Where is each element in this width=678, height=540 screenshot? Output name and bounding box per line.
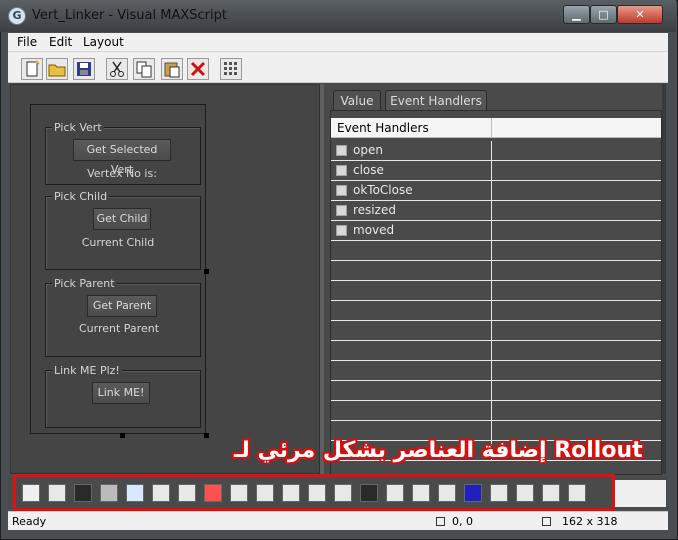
delete-icon[interactable] [187, 58, 209, 80]
checkbox[interactable] [336, 165, 347, 176]
window-title: Vert_Linker - Visual MAXScript [32, 8, 227, 23]
position-icon [436, 517, 445, 526]
column-divider [491, 281, 492, 301]
group-title: Link ME Plz! [52, 364, 122, 377]
get-child-button[interactable]: Get Child [93, 208, 151, 230]
group-title: Pick Parent [52, 277, 117, 290]
empty-grid-row [331, 321, 661, 341]
get-selected-vert-button[interactable]: Get Selected Vert [73, 139, 171, 176]
column-divider [491, 381, 492, 401]
checkbox[interactable] [336, 205, 347, 216]
grid-header-label: Event Handlers [337, 121, 429, 135]
cut-icon[interactable] [106, 58, 128, 80]
annotation-caption: إضافة العناصر بشكل مرئي لـ Rollout [234, 438, 643, 463]
empty-grid-row [331, 261, 661, 281]
current-parent-label: Current Parent [78, 322, 160, 335]
app-logo-icon: G [8, 7, 26, 25]
group-title: Pick Vert [52, 121, 104, 134]
grid-icon[interactable] [220, 58, 242, 80]
event-name: resized [353, 203, 396, 217]
menu-layout[interactable]: Layout [83, 35, 124, 49]
column-divider [491, 341, 492, 361]
link-me-button[interactable]: Link ME! [92, 382, 150, 404]
column-divider [491, 201, 492, 221]
status-text: Ready [12, 515, 47, 528]
table-row[interactable]: okToClose [331, 181, 661, 201]
column-divider [491, 181, 492, 201]
tab-value[interactable]: Value [333, 90, 381, 110]
empty-grid-row [331, 281, 661, 301]
resize-handle[interactable] [120, 433, 125, 438]
size-readout: 162 x 318 [562, 515, 618, 528]
new-file-icon[interactable] [21, 58, 43, 80]
checkbox[interactable] [336, 185, 347, 196]
vertex-label: Vertex No is: [87, 167, 157, 180]
toolbar-strip [615, 480, 666, 507]
column-divider [491, 241, 492, 261]
empty-grid-row [331, 361, 661, 381]
vertical-scrollbar[interactable] [662, 84, 666, 474]
current-child-label: Current Child [81, 236, 155, 249]
grid-header: Event Handlers [331, 118, 661, 138]
open-folder-icon[interactable] [46, 58, 68, 80]
table-row[interactable]: resized [331, 201, 661, 221]
close-button[interactable]: ✕ [617, 5, 663, 24]
column-divider [491, 161, 492, 181]
status-bar: Ready 0, 0 162 x 318 [8, 511, 668, 530]
paste-icon[interactable] [161, 58, 183, 80]
highlight-outline [13, 474, 615, 511]
save-icon[interactable] [73, 58, 95, 80]
checkbox[interactable] [336, 225, 347, 236]
table-row[interactable]: open [331, 141, 661, 161]
event-name: open [353, 143, 383, 157]
empty-grid-row [331, 401, 661, 421]
empty-grid-row [331, 241, 661, 261]
column-divider [491, 361, 492, 381]
get-parent-button[interactable]: Get Parent [87, 295, 157, 317]
empty-grid-row [331, 301, 661, 321]
menu-file[interactable]: File [17, 35, 37, 49]
column-divider [491, 118, 492, 138]
column-divider [491, 221, 492, 241]
column-divider [491, 401, 492, 421]
resize-handle[interactable] [204, 269, 209, 274]
column-divider [491, 321, 492, 341]
group-title: Pick Child [52, 190, 110, 203]
event-name: close [353, 163, 384, 177]
empty-grid-row [331, 381, 661, 401]
menu-edit[interactable]: Edit [49, 35, 72, 49]
column-divider [491, 301, 492, 321]
copy-icon[interactable] [133, 58, 155, 80]
event-name: okToClose [353, 183, 413, 197]
size-icon [542, 517, 551, 526]
column-divider [491, 141, 492, 161]
maximize-button[interactable]: □ [590, 5, 617, 24]
empty-grid-row [331, 341, 661, 361]
minimize-button[interactable]: ▁ [563, 5, 590, 24]
position-readout: 0, 0 [452, 515, 473, 528]
resize-handle[interactable] [204, 433, 209, 438]
event-name: moved [353, 223, 395, 237]
table-row[interactable]: close [331, 161, 661, 181]
table-row[interactable]: moved [331, 221, 661, 241]
column-divider [491, 261, 492, 281]
tab-event-handlers[interactable]: Event Handlers [385, 90, 487, 110]
checkbox[interactable] [336, 145, 347, 156]
